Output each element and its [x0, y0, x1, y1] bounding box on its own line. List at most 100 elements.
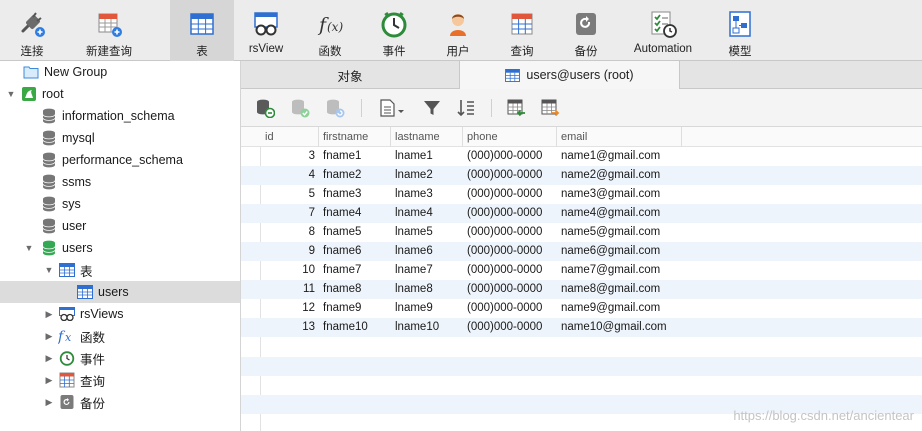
collapsed-triangle-icon[interactable]: ▶ [44, 309, 54, 320]
cell-firstname[interactable]: fname8 [323, 280, 391, 299]
tree-item-root-connection[interactable]: ▼ root [0, 83, 240, 105]
cell-firstname[interactable]: fname7 [323, 261, 391, 280]
tree-item-events-folder[interactable]: ▶ 事件 [0, 347, 240, 369]
cell-id[interactable]: 11 [261, 280, 315, 299]
cell-email[interactable]: name10@gmail.com [561, 318, 721, 337]
tree-item-queries-folder[interactable]: ▶ 查询 [0, 369, 240, 391]
table-row[interactable]: 9 fname6 lname6 (000)000-0000 name6@gmail.co… [241, 242, 922, 261]
text-view-dropdown-button[interactable] [377, 98, 407, 120]
cell-firstname[interactable]: fname3 [323, 185, 391, 204]
collapsed-triangle-icon[interactable]: ▶ [44, 353, 54, 364]
toolbar-automation-button[interactable]: Automation [618, 0, 708, 61]
commit-button[interactable] [289, 98, 311, 120]
cell-email[interactable]: name7@gmail.com [561, 261, 721, 280]
cell-email[interactable]: name3@gmail.com [561, 185, 721, 204]
cell-phone[interactable]: (000)000-0000 [467, 242, 557, 261]
expanded-triangle-icon[interactable]: ▼ [44, 265, 54, 275]
tree-item-functions-folder[interactable]: ▶ fx 函数 [0, 325, 240, 347]
tree-item-database[interactable]: ssms [0, 171, 240, 193]
cell-id[interactable]: 12 [261, 299, 315, 318]
toolbar-event-button[interactable]: 事件 [362, 0, 426, 61]
tab-objects[interactable]: 对象 [241, 61, 460, 89]
cell-email[interactable]: name5@gmail.com [561, 223, 721, 242]
expanded-triangle-icon[interactable]: ▼ [24, 243, 34, 253]
cell-firstname[interactable]: fname2 [323, 166, 391, 185]
cell-id[interactable]: 9 [261, 242, 315, 261]
table-row[interactable]: 13 fname10 lname10 (000)000-0000 name10@gmai… [241, 318, 922, 337]
cell-lastname[interactable]: lname7 [395, 261, 463, 280]
table-row[interactable]: 3 fname1 lname1 (000)000-0000 name1@gmail.co… [241, 147, 922, 166]
table-row[interactable]: 12 fname9 lname9 (000)000-0000 name9@gmail.c… [241, 299, 922, 318]
tree-item-database-users[interactable]: ▼ users [0, 237, 240, 259]
cell-lastname[interactable]: lname6 [395, 242, 463, 261]
rollback-button[interactable] [324, 98, 346, 120]
cell-phone[interactable]: (000)000-0000 [467, 280, 557, 299]
table-row[interactable]: 5 fname3 lname3 (000)000-0000 name3@gmail.co… [241, 185, 922, 204]
cell-id[interactable]: 10 [261, 261, 315, 280]
cell-firstname[interactable]: fname4 [323, 204, 391, 223]
tree-item-database[interactable]: performance_schema [0, 149, 240, 171]
cell-id[interactable]: 7 [261, 204, 315, 223]
cell-phone[interactable]: (000)000-0000 [467, 318, 557, 337]
column-header-id[interactable]: id [261, 127, 319, 147]
cell-id[interactable]: 4 [261, 166, 315, 185]
collapsed-triangle-icon[interactable]: ▶ [44, 397, 54, 408]
cell-email[interactable]: name8@gmail.com [561, 280, 721, 299]
toolbar-backup-button[interactable]: 备份 [554, 0, 618, 61]
sort-button[interactable] [455, 98, 477, 120]
collapsed-triangle-icon[interactable]: ▶ [44, 331, 54, 342]
cell-lastname[interactable]: lname1 [395, 147, 463, 166]
cell-lastname[interactable]: lname5 [395, 223, 463, 242]
table-row[interactable]: 8 fname5 lname5 (000)000-0000 name5@gmail.co… [241, 223, 922, 242]
cell-firstname[interactable]: fname1 [323, 147, 391, 166]
begin-transaction-button[interactable] [254, 98, 276, 120]
tree-item-new-group[interactable]: New Group [0, 61, 240, 83]
toolbar-user-button[interactable]: 用户 [426, 0, 490, 61]
cell-email[interactable]: name2@gmail.com [561, 166, 721, 185]
table-row[interactable]: 10 fname7 lname7 (000)000-0000 name7@gmail.c… [241, 261, 922, 280]
toolbar-model-button[interactable]: 模型 [708, 0, 772, 61]
cell-phone[interactable]: (000)000-0000 [467, 223, 557, 242]
column-header-email[interactable]: email [557, 127, 682, 147]
toolbar-table-button[interactable]: 表 [170, 0, 234, 61]
cell-email[interactable]: name1@gmail.com [561, 147, 721, 166]
cell-phone[interactable]: (000)000-0000 [467, 147, 557, 166]
collapsed-triangle-icon[interactable]: ▶ [44, 375, 54, 386]
cell-firstname[interactable]: fname5 [323, 223, 391, 242]
cell-lastname[interactable]: lname2 [395, 166, 463, 185]
toolbar-view-button[interactable]: rsView [234, 0, 298, 61]
cell-lastname[interactable]: lname10 [395, 318, 463, 337]
cell-id[interactable]: 5 [261, 185, 315, 204]
toolbar-connection-button[interactable]: 连接 [0, 0, 64, 61]
cell-id[interactable]: 13 [261, 318, 315, 337]
tree-item-backups-folder[interactable]: ▶ 备份 [0, 391, 240, 413]
toolbar-function-button[interactable]: f (x) 函数 [298, 0, 362, 61]
cell-firstname[interactable]: fname6 [323, 242, 391, 261]
import-button[interactable] [505, 98, 527, 120]
cell-phone[interactable]: (000)000-0000 [467, 204, 557, 223]
tree-item-database[interactable]: information_schema [0, 105, 240, 127]
column-header-lastname[interactable]: lastname [391, 127, 463, 147]
export-button[interactable] [539, 98, 561, 120]
toolbar-new-query-button[interactable]: 新建查询 [64, 0, 154, 61]
toolbar-query-button[interactable]: 查询 [490, 0, 554, 61]
cell-phone[interactable]: (000)000-0000 [467, 261, 557, 280]
cell-phone[interactable]: (000)000-0000 [467, 299, 557, 318]
cell-email[interactable]: name6@gmail.com [561, 242, 721, 261]
column-header-firstname[interactable]: firstname [319, 127, 391, 147]
table-row[interactable]: 7 fname4 lname4 (000)000-0000 name4@gmail.co… [241, 204, 922, 223]
table-row[interactable]: 4 fname2 lname2 (000)000-0000 name2@gmail.co… [241, 166, 922, 185]
cell-lastname[interactable]: lname9 [395, 299, 463, 318]
filter-button[interactable] [421, 98, 443, 120]
table-row[interactable]: 11 fname8 lname8 (000)000-0000 name8@gmail.c… [241, 280, 922, 299]
cell-id[interactable]: 3 [261, 147, 315, 166]
cell-phone[interactable]: (000)000-0000 [467, 185, 557, 204]
cell-lastname[interactable]: lname3 [395, 185, 463, 204]
cell-phone[interactable]: (000)000-0000 [467, 166, 557, 185]
tree-item-table-users[interactable]: users [0, 281, 240, 303]
tree-item-database[interactable]: mysql [0, 127, 240, 149]
cell-firstname[interactable]: fname9 [323, 299, 391, 318]
cell-lastname[interactable]: lname8 [395, 280, 463, 299]
column-header-phone[interactable]: phone [463, 127, 557, 147]
cell-email[interactable]: name9@gmail.com [561, 299, 721, 318]
